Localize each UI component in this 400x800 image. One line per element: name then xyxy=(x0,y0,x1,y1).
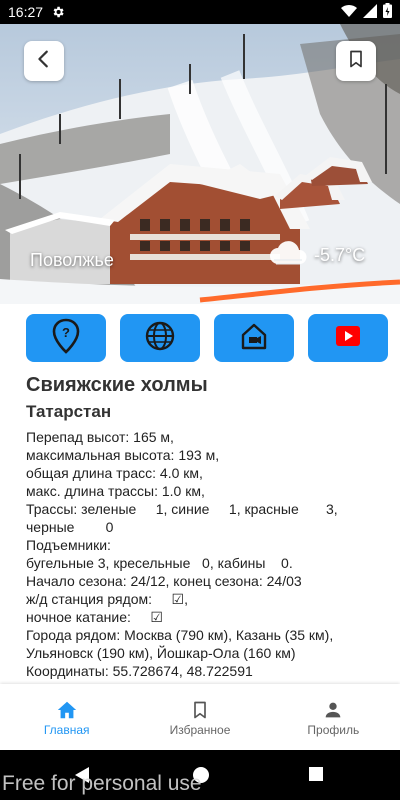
weather: -5.7°C xyxy=(268,240,365,271)
nav-profile[interactable]: Профиль xyxy=(267,684,400,750)
status-time: 16:27 xyxy=(8,4,44,20)
hero-image: Поволжье -5.7°C xyxy=(0,24,400,304)
watermark: Free for personal use xyxy=(2,772,202,795)
chevron-left-icon xyxy=(33,48,55,75)
region-label: Поволжье xyxy=(30,250,114,270)
detail-line: макс. длина трассы: 1.0 км, xyxy=(26,483,205,499)
detail-line: Трассы: зеленые 1, синие 1, красные 3, xyxy=(26,501,338,517)
bookmark-button[interactable] xyxy=(336,41,376,81)
action-buttons: ? xyxy=(0,314,400,364)
wifi-icon xyxy=(341,4,357,21)
bookmark-icon xyxy=(346,48,366,75)
gear-icon xyxy=(51,5,65,19)
nav-home-label: Главная xyxy=(43,723,90,737)
cloud-icon xyxy=(268,240,308,271)
person-icon xyxy=(322,697,344,723)
nav-favorites-label: Избранное xyxy=(169,723,231,737)
battery-icon xyxy=(383,3,392,21)
back-button[interactable] xyxy=(24,41,64,81)
detail-line: общая длина трасс: 4.0 км, xyxy=(26,465,203,481)
svg-text:?: ? xyxy=(62,325,70,340)
resort-region: Татарстан xyxy=(26,402,112,421)
nav-profile-label: Профиль xyxy=(307,723,360,737)
home-camera-icon xyxy=(239,321,269,356)
detail-line: Подъемники: xyxy=(26,537,111,553)
detail-line: Координаты: 55.728674, 48.722591 xyxy=(26,663,253,679)
globe-icon xyxy=(145,321,175,356)
recents-square-icon[interactable] xyxy=(308,766,324,787)
detail-line: ж/д станция рядом: ☑, xyxy=(26,591,188,607)
detail-line: Начало сезона: 24/12, конец сезона: 24/0… xyxy=(26,573,302,589)
resort-details: Перепад высот: 165 м, максимальная высот… xyxy=(26,428,386,680)
detail-line: Города рядом: Москва (790 км), Казань (3… xyxy=(26,627,334,643)
location-button[interactable]: ? xyxy=(26,314,106,362)
temperature: -5.7°C xyxy=(314,245,366,265)
bottom-navigation: Главная Избранное Профиль xyxy=(0,684,400,750)
signal-icon xyxy=(363,3,377,21)
resort-title: Свияжские холмы xyxy=(26,374,208,396)
resort-info: Свияжские холмы Татарстан Перепад высот:… xyxy=(26,372,386,680)
detail-line: черные 0 xyxy=(26,519,114,535)
detail-line: бугельные 3, кресельные 0, кабины 0. xyxy=(26,555,293,571)
home-icon xyxy=(56,697,78,723)
youtube-button[interactable] xyxy=(308,314,388,362)
detail-line: максимальная высота: 193 м, xyxy=(26,447,220,463)
bookmark-icon xyxy=(190,697,210,723)
location-help-icon: ? xyxy=(52,318,80,359)
nav-home[interactable]: Главная xyxy=(0,684,133,750)
nav-favorites[interactable]: Избранное xyxy=(133,684,266,750)
website-button[interactable] xyxy=(120,314,200,362)
webcam-button[interactable] xyxy=(214,314,294,362)
detail-line: ночное катание: ☑ xyxy=(26,609,163,625)
detail-line: Ульяновск (190 км), Йошкар-Ола (160 км) xyxy=(26,645,296,661)
youtube-icon xyxy=(335,325,361,352)
detail-line: Перепад высот: 165 м, xyxy=(26,429,174,445)
status-bar: 16:27 xyxy=(0,0,400,24)
